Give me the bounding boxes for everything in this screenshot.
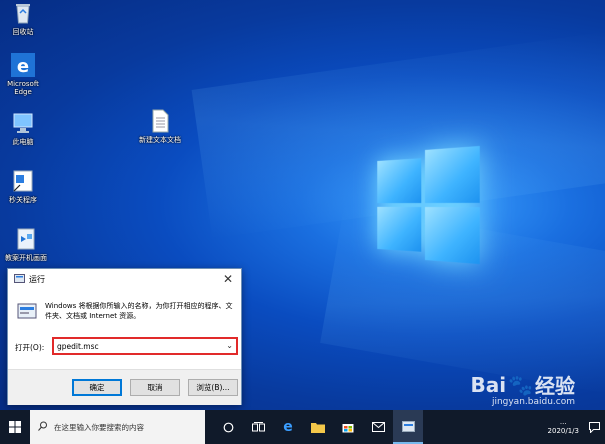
desktop-icon-this-pc[interactable]: 此电脑: [0, 110, 46, 146]
notification-icon: [589, 422, 600, 433]
baidu-watermark: Bai 🐾 经验: [470, 370, 575, 399]
application-icon: [13, 226, 39, 252]
taskbar-search-box[interactable]: 在这里输入你要搜索的内容: [30, 410, 205, 444]
chevron-down-icon[interactable]: ⌄: [226, 341, 233, 350]
computer-icon: [10, 110, 36, 136]
run-app-icon: [17, 303, 37, 323]
run-dialog: 运行 ✕ Windows 将根据你所输入的名称，为你打开相应的程序、文件夹、文档…: [7, 268, 242, 405]
search-icon: [38, 421, 48, 433]
desktop-icon-label: 秒关程序: [0, 196, 46, 204]
mail-icon: [372, 422, 385, 432]
cancel-button[interactable]: 取消: [130, 379, 180, 396]
paw-icon: 🐾: [508, 373, 533, 397]
desktop-icon-boot-screen[interactable]: 教案开机画面: [0, 226, 52, 262]
dialog-body: Windows 将根据你所输入的名称，为你打开相应的程序、文件夹、文档或 Int…: [8, 289, 241, 369]
run-icon: [402, 421, 415, 432]
desktop: 回收站 e Microsoft Edge 此电脑 新建文本文档 秒关程序 教案开…: [0, 0, 605, 410]
clock-time: ...: [548, 418, 579, 427]
desktop-icon-label: 新建文本文档: [135, 136, 185, 144]
dialog-footer: 确定 取消 浏览(B)...: [8, 369, 241, 405]
edge-icon: e: [283, 419, 293, 435]
cortana-icon: [223, 422, 234, 433]
taskbar-edge[interactable]: e: [273, 410, 303, 444]
desktop-icon-recycle-bin[interactable]: 回收站: [0, 0, 46, 36]
desktop-icon-label: Microsoft Edge: [0, 80, 46, 96]
dialog-title: 运行: [29, 274, 45, 285]
taskbar-store[interactable]: [333, 410, 363, 444]
svg-text:e: e: [17, 56, 29, 77]
watermark-url: jingyan.baidu.com: [492, 397, 575, 407]
clock-date: 2020/1/3: [548, 427, 579, 436]
dialog-titlebar[interactable]: 运行 ✕: [8, 269, 241, 289]
taskbar: 在这里输入你要搜索的内容 e ... 2020/1/3: [0, 410, 605, 444]
taskbar-clock[interactable]: ... 2020/1/3: [544, 418, 583, 436]
desktop-icon-label: 此电脑: [0, 138, 46, 146]
taskbar-run-window[interactable]: [393, 410, 423, 444]
program-icon: [10, 168, 36, 194]
store-icon: [342, 421, 354, 433]
close-button[interactable]: ✕: [215, 269, 241, 289]
folder-icon: [311, 422, 325, 433]
recycle-bin-icon: [10, 0, 36, 26]
run-icon: [14, 273, 25, 286]
start-button[interactable]: [0, 410, 30, 444]
text-document-icon: [147, 108, 173, 134]
notification-button[interactable]: [583, 410, 605, 444]
dialog-description: Windows 将根据你所输入的名称，为你打开相应的程序、文件夹、文档或 Int…: [45, 301, 235, 321]
close-icon: ✕: [223, 272, 233, 286]
taskbar-file-explorer[interactable]: [303, 410, 333, 444]
task-view-button[interactable]: [243, 410, 273, 444]
windows-logo-wallpaper: [377, 146, 479, 264]
ok-button[interactable]: 确定: [72, 379, 122, 396]
open-combobox[interactable]: ⌄: [52, 337, 238, 355]
desktop-icon-shortcut[interactable]: 秒关程序: [0, 168, 46, 204]
cortana-button[interactable]: [213, 410, 243, 444]
desktop-icon-edge[interactable]: e Microsoft Edge: [0, 52, 46, 96]
windows-start-icon: [9, 421, 21, 433]
open-label: 打开(O):: [15, 342, 44, 353]
browse-button[interactable]: 浏览(B)...: [188, 379, 238, 396]
system-tray: ... 2020/1/3: [544, 410, 605, 444]
desktop-icon-label: 回收站: [0, 28, 46, 36]
taskbar-mail[interactable]: [363, 410, 393, 444]
desktop-icon-label: 教案开机画面: [0, 254, 52, 262]
edge-icon: e: [10, 52, 36, 78]
open-input[interactable]: [54, 342, 219, 351]
desktop-icon-text-document[interactable]: 新建文本文档: [135, 108, 185, 144]
task-view-icon: [252, 422, 265, 433]
search-placeholder: 在这里输入你要搜索的内容: [54, 422, 144, 433]
